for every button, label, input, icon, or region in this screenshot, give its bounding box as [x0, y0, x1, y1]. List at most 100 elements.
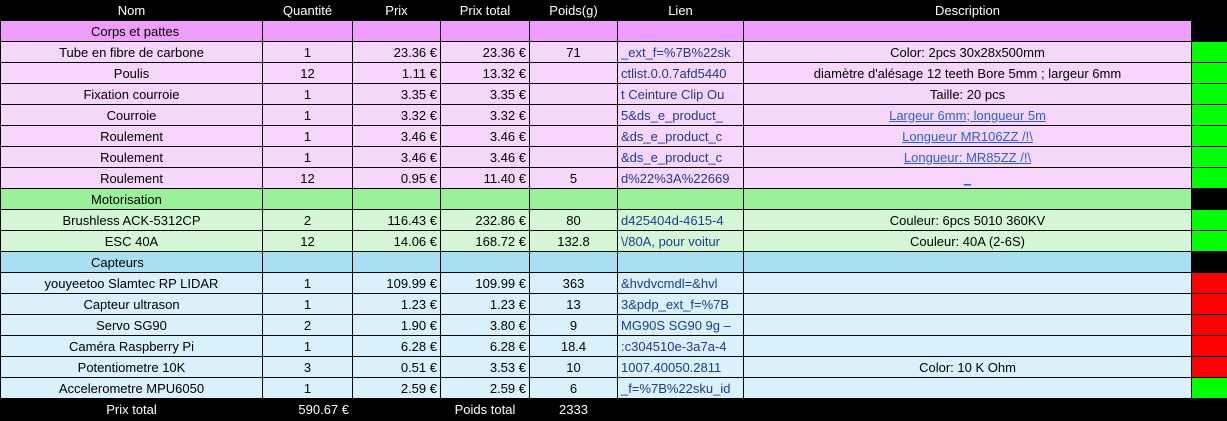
description-cell[interactable]: Color: 2pcs 30x28x500mm	[743, 41, 1192, 63]
status-cell[interactable]	[1191, 356, 1227, 378]
item-name-cell[interactable]: Fixation courroie	[0, 83, 263, 105]
item-name-cell[interactable]: Roulement	[0, 146, 263, 168]
price-cell[interactable]: 23.36 €	[352, 41, 441, 63]
total-price-cell[interactable]: 2.59 €	[440, 377, 530, 399]
price-cell[interactable]: 2.59 €	[352, 377, 441, 399]
empty-cell[interactable]	[529, 20, 618, 42]
item-name-cell[interactable]: Tube en fibre de carbone	[0, 41, 263, 63]
status-cell[interactable]	[1191, 62, 1227, 84]
weight-cell[interactable]: 5	[529, 167, 618, 189]
link-cell[interactable]: 3&pdp_ext_f=%7B	[617, 293, 744, 315]
quantity-cell[interactable]: 1	[262, 272, 353, 294]
quantity-cell[interactable]: 1	[262, 104, 353, 126]
description-cell[interactable]: Couleur: 40A (2-6S)	[743, 230, 1192, 252]
empty-cell[interactable]	[617, 20, 744, 42]
empty-cell[interactable]	[262, 20, 353, 42]
item-name-cell[interactable]: Caméra Raspberry Pi	[0, 335, 263, 357]
status-cell[interactable]	[1191, 146, 1227, 168]
item-name-cell[interactable]: Roulement	[0, 125, 263, 147]
total-price-cell[interactable]: 11.40 €	[440, 167, 530, 189]
status-cell[interactable]	[1191, 230, 1227, 252]
description-cell[interactable]	[743, 293, 1192, 315]
total-price-cell[interactable]: 3.46 €	[440, 125, 530, 147]
status-cell[interactable]	[1191, 314, 1227, 336]
empty-cell[interactable]	[352, 188, 441, 210]
weight-cell[interactable]: 10	[529, 356, 618, 378]
price-cell[interactable]: 0.95 €	[352, 167, 441, 189]
quantity-cell[interactable]: 2	[262, 209, 353, 231]
status-cell[interactable]	[1191, 377, 1227, 399]
quantity-cell[interactable]: 1	[262, 83, 353, 105]
description-cell[interactable]	[743, 314, 1192, 336]
status-cell[interactable]	[1191, 251, 1227, 273]
link-cell[interactable]: &ds_e_product_c	[617, 146, 744, 168]
description-cell[interactable]	[743, 272, 1192, 294]
section-title[interactable]: Capteurs	[0, 251, 263, 273]
weight-cell[interactable]: 6	[529, 377, 618, 399]
price-cell[interactable]: 109.99 €	[352, 272, 441, 294]
total-price-cell[interactable]: 3.35 €	[440, 83, 530, 105]
description-cell[interactable]: diamètre d'alésage 12 teeth Bore 5mm ; l…	[743, 62, 1192, 84]
empty-cell[interactable]	[617, 251, 744, 273]
total-price-cell[interactable]: 1.23 €	[440, 293, 530, 315]
empty-cell[interactable]	[262, 188, 353, 210]
empty-cell[interactable]	[743, 251, 1192, 273]
quantity-cell[interactable]: 3	[262, 356, 353, 378]
quantity-cell[interactable]: 1	[262, 41, 353, 63]
status-cell[interactable]	[1191, 20, 1227, 42]
link-cell[interactable]: 5&ds_e_product_	[617, 104, 744, 126]
price-cell[interactable]: 0.51 €	[352, 356, 441, 378]
status-cell[interactable]	[1191, 83, 1227, 105]
total-price-cell[interactable]: 23.36 €	[440, 41, 530, 63]
price-cell[interactable]: 3.46 €	[352, 125, 441, 147]
total-price-value[interactable]: 590.67 €	[262, 398, 353, 420]
description-cell[interactable]: Couleur: 6pcs 5010 360KV	[743, 209, 1192, 231]
description-cell[interactable]: Longueur MR106ZZ /!\	[743, 125, 1192, 147]
link-cell[interactable]: d425404d-4615-4	[617, 209, 744, 231]
total-price-cell[interactable]: 3.53 €	[440, 356, 530, 378]
weight-cell[interactable]: 363	[529, 272, 618, 294]
empty-cell[interactable]	[440, 251, 530, 273]
col-header-description[interactable]: Description	[743, 0, 1192, 21]
empty-cell[interactable]	[529, 251, 618, 273]
weight-cell[interactable]	[529, 146, 618, 168]
weight-cell[interactable]: 18.4	[529, 335, 618, 357]
weight-cell[interactable]	[529, 125, 618, 147]
price-cell[interactable]: 1.23 €	[352, 293, 441, 315]
link-cell[interactable]: \/80A, pour voitur	[617, 230, 744, 252]
quantity-cell[interactable]: 1	[262, 146, 353, 168]
item-name-cell[interactable]: Roulement	[0, 167, 263, 189]
item-name-cell[interactable]: Accelerometre MPU6050	[0, 377, 263, 399]
empty-cell[interactable]	[617, 188, 744, 210]
status-cell[interactable]	[1191, 125, 1227, 147]
weight-cell[interactable]: 9	[529, 314, 618, 336]
empty-cell[interactable]	[743, 398, 1192, 420]
col-header-status[interactable]	[1191, 0, 1227, 21]
link-cell[interactable]: t Ceinture Clip Ou	[617, 83, 744, 105]
price-cell[interactable]: 3.35 €	[352, 83, 441, 105]
description-cell[interactable]: Largeur 6mm; longueur 5m	[743, 104, 1192, 126]
item-name-cell[interactable]: Servo SG90	[0, 314, 263, 336]
quantity-cell[interactable]: 2	[262, 314, 353, 336]
status-cell[interactable]	[1191, 104, 1227, 126]
empty-cell[interactable]	[352, 398, 441, 420]
weight-cell[interactable]	[529, 62, 618, 84]
status-cell[interactable]	[1191, 41, 1227, 63]
empty-cell[interactable]	[743, 188, 1192, 210]
price-cell[interactable]: 1.90 €	[352, 314, 441, 336]
weight-cell[interactable]: 13	[529, 293, 618, 315]
total-price-cell[interactable]: 13.32 €	[440, 62, 530, 84]
price-cell[interactable]: 3.46 €	[352, 146, 441, 168]
total-price-cell[interactable]: 109.99 €	[440, 272, 530, 294]
empty-cell[interactable]	[529, 188, 618, 210]
link-cell[interactable]: MG90S SG90 9g –	[617, 314, 744, 336]
total-weight-value[interactable]: 2333	[529, 398, 618, 420]
quantity-cell[interactable]: 1	[262, 335, 353, 357]
item-name-cell[interactable]: Brushless ACK-5312CP	[0, 209, 263, 231]
price-cell[interactable]: 14.06 €	[352, 230, 441, 252]
item-name-cell[interactable]: ESC 40A	[0, 230, 263, 252]
description-cell[interactable]: Longueur: MR85ZZ /!\	[743, 146, 1192, 168]
empty-cell[interactable]	[262, 251, 353, 273]
quantity-cell[interactable]: 1	[262, 125, 353, 147]
link-cell[interactable]: _ext_f=%7B%22sk	[617, 41, 744, 63]
